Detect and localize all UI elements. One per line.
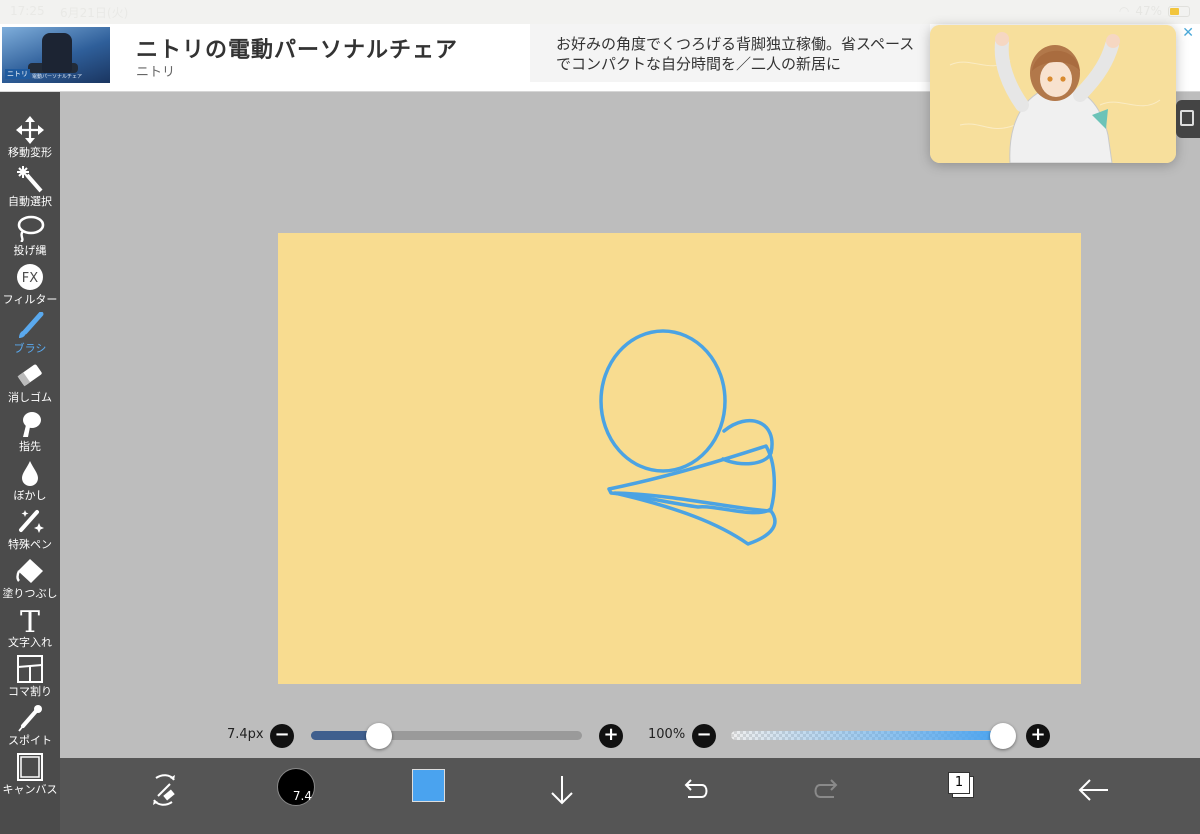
tool-blur-label: ぼかし — [13, 489, 47, 502]
fx-icon: FX — [17, 264, 43, 290]
opacity-value: 100% — [648, 727, 686, 742]
smudge-icon — [23, 412, 41, 437]
brush-eraser-swap-icon[interactable] — [142, 768, 186, 812]
tool-move[interactable]: 移動変形 — [0, 114, 60, 162]
tool-special-pen-label: 特殊ペン — [8, 538, 52, 551]
panel-icon — [1180, 110, 1194, 126]
undo-icon[interactable] — [672, 768, 716, 812]
magic-wand-icon — [17, 166, 43, 193]
opacity-knob[interactable] — [990, 723, 1016, 749]
tool-sidebar: 移動変形 自動選択 投げ縄 FX フィルター ブラシ 消しゴム 指先 ぼかし 特… — [0, 92, 60, 834]
svg-text:FX: FX — [22, 271, 38, 286]
tool-brush[interactable]: ブラシ — [0, 310, 60, 358]
tool-eraser-label: 消しゴム — [8, 391, 52, 404]
battery-icon — [1168, 5, 1190, 17]
reference-image[interactable] — [930, 25, 1176, 163]
tool-lasso-label: 投げ縄 — [13, 244, 47, 257]
ad-description-line2: でコンパクトな自分時間を／二人の新居に — [556, 55, 842, 73]
eraser-icon — [17, 364, 42, 387]
brush-size-value: 7.4px — [227, 727, 264, 742]
special-pen-icon — [19, 510, 44, 533]
sketch-body — [607, 444, 777, 515]
tool-filter[interactable]: FX フィルター — [0, 261, 60, 309]
tool-canvas[interactable]: キャンバス — [0, 751, 60, 799]
sketch-strokes — [599, 329, 777, 546]
tool-eyedropper[interactable]: スポイト — [0, 702, 60, 750]
opacity-decrease-button[interactable]: − — [692, 724, 716, 748]
brush-size-indicator[interactable]: 7.4 — [277, 768, 315, 806]
brush-size-slider[interactable] — [311, 731, 582, 740]
ad-title[interactable]: ニトリの電動パーソナルチェア — [136, 32, 458, 64]
brush-size-indicator-label: 7.4 — [292, 789, 312, 803]
battery-percent: 47% — [1135, 4, 1162, 18]
canvas-icon — [17, 753, 43, 781]
close-icon[interactable]: ✕ — [1182, 25, 1194, 41]
tool-frame-divide-label: コマ割り — [8, 685, 52, 698]
ad-description-line1: お好みの角度でくつろげる背脚独立稼働。省スペース — [556, 35, 915, 53]
tool-smudge-label: 指先 — [19, 440, 41, 453]
tool-brush-label: ブラシ — [13, 342, 47, 355]
brush-size-decrease-button[interactable]: − — [270, 724, 294, 748]
tool-fill[interactable]: 塗りつぶし — [0, 555, 60, 603]
status-time: 17:25 — [10, 4, 45, 18]
side-panel-toggle[interactable] — [1176, 100, 1200, 138]
ad-sponsor: ニトリ — [136, 65, 176, 80]
sketch-head — [599, 329, 727, 473]
tool-eraser[interactable]: 消しゴム — [0, 359, 60, 407]
frame-icon — [17, 655, 43, 683]
tool-magic-wand[interactable]: 自動選択 — [0, 163, 60, 211]
slider-row: 7.4px − + 100% − + — [60, 716, 1200, 756]
opacity-increase-button[interactable]: + — [1026, 724, 1050, 748]
opacity-slider[interactable] — [731, 731, 1003, 740]
tool-blur[interactable]: ぼかし — [0, 457, 60, 505]
anime-girl-illustration — [930, 25, 1176, 163]
ad-thumb-brand: ニトリ — [5, 69, 30, 79]
text-icon: T — [20, 606, 40, 634]
lasso-icon — [17, 215, 45, 242]
bottom-toolbar: 7.4 1 — [60, 758, 1200, 834]
tool-text[interactable]: T 文字入れ — [0, 604, 60, 652]
status-bar: 17:25 6月21日(火) ◠ 47% — [0, 0, 1200, 24]
sketch-cape — [613, 491, 777, 546]
color-swatch[interactable] — [412, 769, 445, 802]
ad-thumb-caption: 電動パーソナルチェア — [32, 74, 83, 80]
tool-lasso[interactable]: 投げ縄 — [0, 212, 60, 260]
tool-magic-wand-label: 自動選択 — [8, 195, 52, 208]
tool-filter-label: フィルター — [2, 293, 58, 306]
chair-icon — [42, 33, 72, 73]
status-date: 6月21日(火) — [60, 6, 129, 20]
layer-count: 1 — [948, 772, 970, 794]
opacity-fill — [731, 731, 1003, 740]
tool-canvas-label: キャンバス — [2, 783, 58, 796]
blur-drop-icon — [22, 461, 38, 486]
brush-size-knob[interactable] — [365, 723, 392, 749]
tool-smudge[interactable]: 指先 — [0, 408, 60, 456]
tool-text-label: 文字入れ — [8, 636, 52, 649]
ad-thumbnail[interactable]: ニトリ 電動パーソナルチェア — [2, 27, 110, 83]
arrow-down-icon[interactable] — [540, 768, 584, 812]
ad-description[interactable]: お好みの角度でくつろげる背脚独立稼働。省スペース でコンパクトな自分時間を／二人… — [530, 24, 930, 82]
brush-icon — [19, 312, 44, 338]
tool-special-pen[interactable]: 特殊ペン — [0, 506, 60, 554]
eyedropper-icon — [18, 705, 42, 732]
back-arrow-icon[interactable] — [1072, 768, 1116, 812]
tool-fill-label: 塗りつぶし — [2, 587, 58, 600]
brush-size-increase-button[interactable]: + — [599, 724, 623, 748]
bucket-icon — [16, 559, 43, 583]
drawing-canvas[interactable] — [278, 233, 1081, 684]
tool-move-label: 移動変形 — [8, 146, 52, 159]
tool-eyedropper-label: スポイト — [8, 734, 52, 747]
layers-button[interactable]: 1 — [948, 772, 974, 798]
redo-icon[interactable] — [806, 768, 850, 812]
tool-frame-divide[interactable]: コマ割り — [0, 653, 60, 701]
svg-text:T: T — [20, 606, 40, 634]
move-icon — [16, 116, 44, 144]
wifi-icon: ◠ — [1118, 4, 1130, 18]
status-right: ◠ 47% — [1119, 4, 1190, 18]
